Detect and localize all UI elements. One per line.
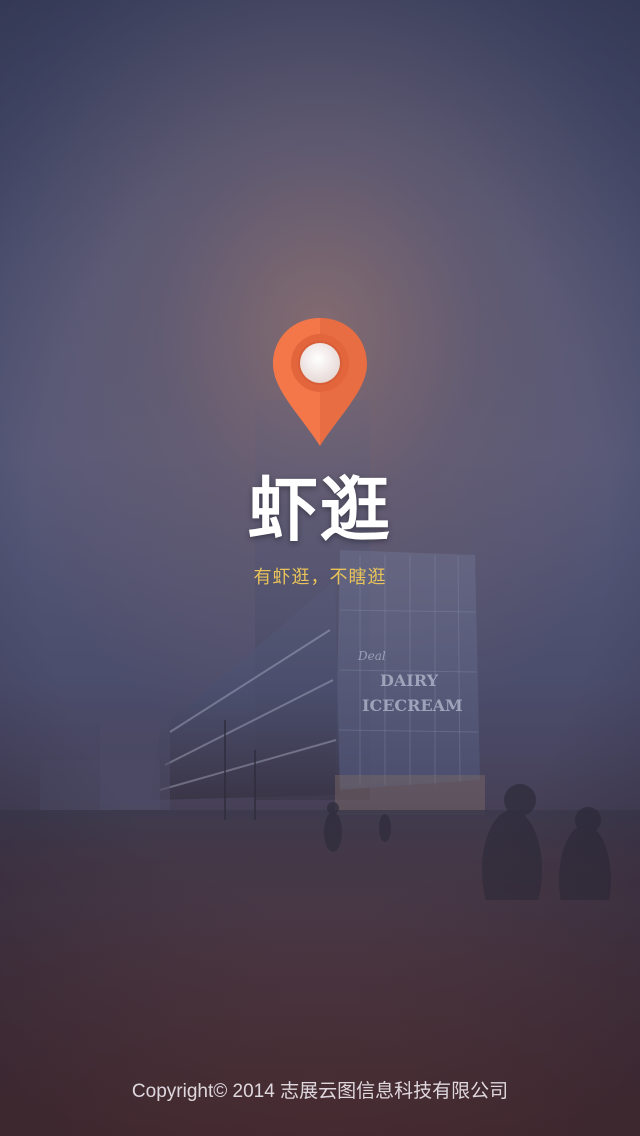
app-tagline: 有虾逛，不瞎逛	[253, 567, 387, 588]
splash-screen: Deal DAIRY ICECREAM 虾逛 有虾逛，不瞎逛 Copyright…	[0, 0, 640, 1136]
building-sign-line1: DAIRY	[380, 671, 439, 690]
building-sign-small: Deal	[357, 649, 386, 663]
building-sign-line2: ICECREAM	[362, 696, 463, 715]
app-title: 虾逛	[248, 469, 392, 551]
copyright-text: Copyright© 2014 志展云图信息科技有限公司	[131, 1081, 509, 1102]
location-pin-icon	[271, 316, 369, 448]
background-city-image: Deal DAIRY ICECREAM	[0, 380, 640, 900]
